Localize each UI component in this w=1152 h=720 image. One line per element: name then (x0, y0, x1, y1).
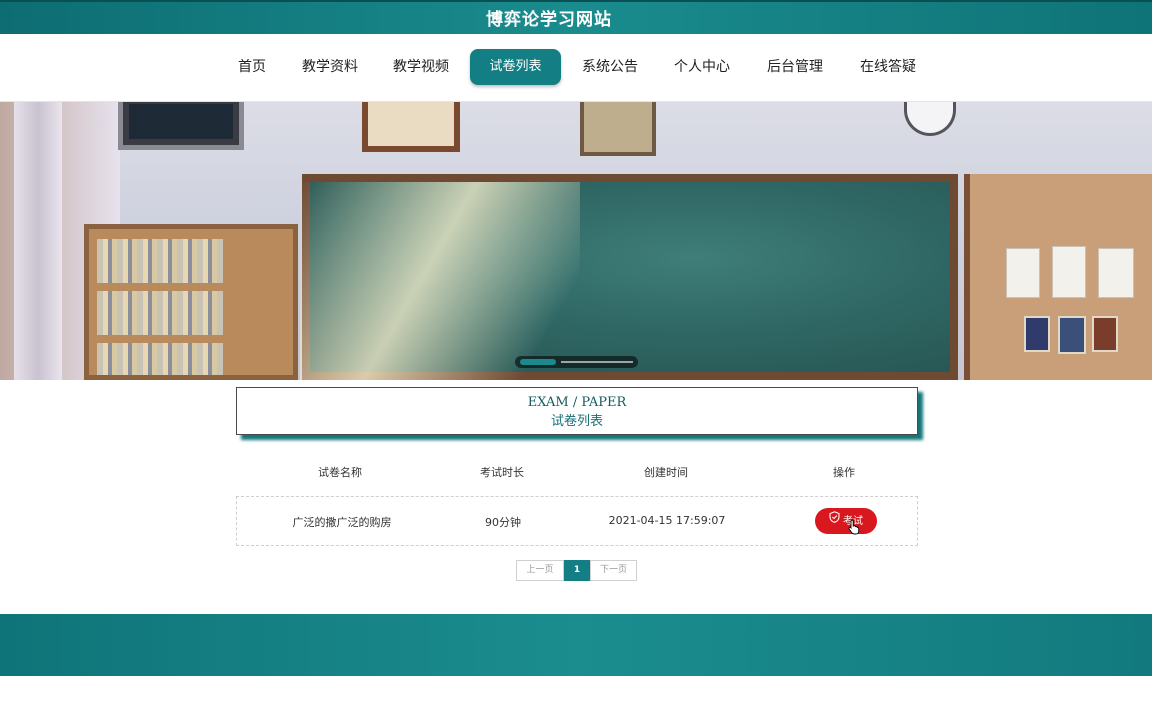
hand-pointer-icon (848, 519, 860, 539)
banner-corkboard (964, 174, 1152, 380)
banner-carousel (0, 102, 1152, 380)
table-header-created: 创建时间 (644, 466, 688, 479)
table-header-duration: 考试时长 (480, 466, 524, 479)
carousel-indicator[interactable] (515, 356, 638, 368)
shield-check-icon (829, 508, 840, 534)
table-row: 广泛的撒广泛的购房 90分钟 2021-04-15 17:59:07 考试 (236, 496, 918, 546)
nav-item-teaching-videos[interactable]: 教学视频 (389, 49, 453, 85)
main-nav: 首页 教学资料 教学视频 试卷列表 系统公告 个人中心 后台管理 在线答疑 (0, 34, 1152, 102)
banner-curtain (14, 102, 62, 380)
nav-item-personal-center[interactable]: 个人中心 (670, 49, 734, 85)
nav-item-admin[interactable]: 后台管理 (763, 49, 827, 85)
banner-light (300, 182, 580, 380)
table-header-name: 试卷名称 (318, 466, 362, 479)
pagination-prev[interactable]: 上一页 (516, 560, 564, 581)
section-title-en: EXAM / PAPER (527, 395, 627, 410)
carousel-dot-active[interactable] (520, 359, 556, 365)
section-title-cn: 试卷列表 (550, 414, 603, 429)
pagination-next[interactable]: 下一页 (590, 560, 637, 581)
paper-created-time: 2021-04-15 17:59:07 (608, 514, 726, 527)
banner-tv (118, 102, 244, 150)
footer-bar (0, 614, 1152, 676)
top-bar: 博弈论学习网站 (0, 0, 1152, 34)
nav-item-home[interactable]: 首页 (230, 49, 274, 85)
pagination-page-1[interactable]: 1 (564, 560, 590, 581)
banner-frame (362, 102, 460, 152)
paper-name: 广泛的撒广泛的购房 (292, 516, 392, 529)
table-header-action: 操作 (833, 466, 855, 479)
nav-item-exam-list[interactable]: 试卷列表 (470, 49, 561, 85)
nav-item-online-qa[interactable]: 在线答疑 (856, 49, 920, 85)
paper-duration: 90分钟 (485, 516, 521, 529)
nav-item-announcements[interactable]: 系统公告 (578, 49, 642, 85)
section-title-box: EXAM / PAPER 试卷列表 (236, 387, 918, 435)
banner-bookshelf (84, 224, 298, 380)
site-title: 博弈论学习网站 (486, 10, 612, 30)
nav-item-teaching-materials[interactable]: 教学资料 (298, 49, 362, 85)
banner-clock (904, 102, 956, 136)
banner-frame (580, 102, 656, 156)
start-exam-button[interactable]: 考试 (815, 508, 877, 534)
carousel-dot[interactable] (561, 361, 633, 363)
